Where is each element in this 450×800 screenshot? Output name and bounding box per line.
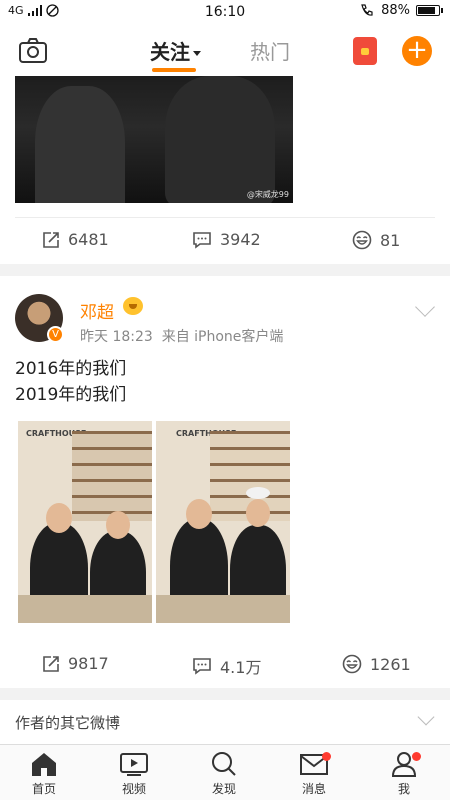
home-icon: [32, 753, 56, 776]
image-figure: [35, 86, 125, 203]
like-count: 81: [380, 230, 401, 250]
post-photo-2[interactable]: CRAFTHOUSE: [156, 421, 290, 623]
nav-video-label: 视频: [121, 782, 146, 796]
repost-button[interactable]: 6481: [42, 230, 109, 249]
photo-face: [186, 499, 212, 529]
comment-count: 4.1万: [220, 658, 262, 677]
post-source: 来自 iPhone客户端: [161, 329, 284, 345]
status-bar: 4G 16:10 88%: [0, 0, 450, 24]
caret-down-icon: [193, 51, 201, 56]
feed[interactable]: @宋威龙99 6481 3942 81 V 邓超 昨天 18:23 来自 iPh…: [0, 76, 450, 744]
nav-home[interactable]: 首页: [14, 751, 74, 797]
repost-count: 6481: [68, 230, 109, 249]
post-time: 昨天 18:23: [80, 329, 153, 345]
battery-icon: [416, 5, 443, 16]
chevron-down-icon: [417, 708, 435, 726]
red-packet-icon[interactable]: [353, 37, 377, 65]
other-posts-label: 作者的其它微博: [15, 714, 121, 732]
divider: [15, 217, 435, 218]
video-icon: [120, 753, 148, 776]
nav-home-label: 首页: [31, 782, 56, 796]
post-separator: [0, 264, 450, 276]
photo-table: [156, 595, 290, 623]
tab-follow[interactable]: 关注: [150, 36, 201, 65]
top-nav: 关注 热门 +: [0, 24, 450, 76]
like-button[interactable]: 81: [352, 230, 400, 250]
bottom-nav: 首页 视频 发现 消息 我: [0, 744, 450, 800]
post-text-line: 2016年的我们: [15, 359, 127, 379]
comment-button[interactable]: 3942: [192, 230, 261, 249]
username[interactable]: 邓超: [80, 298, 114, 323]
tab-follow-label: 关注: [150, 40, 190, 64]
like-button[interactable]: 1261: [342, 654, 411, 674]
comment-count: 3942: [220, 230, 261, 249]
photo-shelf: [72, 431, 152, 521]
post-menu-chevron-icon[interactable]: [415, 297, 435, 317]
nav-discover[interactable]: 发现: [194, 751, 254, 797]
repost-button[interactable]: 9817: [42, 654, 109, 673]
verified-badge-icon: V: [47, 326, 64, 343]
image-figure: [165, 76, 275, 203]
repost-count: 9817: [68, 654, 109, 673]
plus-icon[interactable]: +: [402, 36, 432, 66]
post-separator: [0, 688, 450, 700]
comment-button[interactable]: 4.1万: [192, 654, 261, 678]
post-text-line: 2019年的我们: [15, 385, 127, 405]
nav-video[interactable]: 视频: [104, 751, 164, 797]
repost-icon: [43, 231, 59, 248]
camera-icon[interactable]: [18, 36, 48, 64]
nav-me-label: 我: [397, 782, 410, 796]
photo-table: [18, 595, 152, 623]
like-count: 1261: [370, 654, 411, 674]
phone-hd-icon: [361, 3, 373, 16]
like-icon: [352, 230, 372, 250]
search-icon: [212, 752, 236, 776]
battery-percent: 88%: [381, 3, 410, 18]
like-icon: [342, 654, 362, 674]
post-photo-1[interactable]: CRAFTHOUSE: [18, 421, 152, 623]
photo-face: [106, 511, 130, 539]
photo-face: [246, 499, 270, 527]
photo-face: [46, 503, 72, 533]
nav-messages-label: 消息: [301, 782, 326, 796]
status-right: 88%: [359, 3, 443, 18]
messages-unread-dot: [322, 752, 331, 761]
tab-hot[interactable]: 热门: [250, 36, 290, 65]
tab-active-indicator: [152, 68, 196, 72]
nav-messages[interactable]: 消息: [284, 751, 344, 797]
me-unread-dot: [412, 752, 421, 761]
other-posts-row[interactable]: 作者的其它微博: [0, 700, 450, 744]
previous-post-image[interactable]: @宋威龙99: [15, 76, 293, 203]
nav-discover-label: 发现: [211, 782, 236, 796]
comment-icon: [193, 231, 211, 249]
post-meta: 昨天 18:23 来自 iPhone客户端: [80, 326, 283, 346]
post-text[interactable]: 2016年的我们 2019年的我们: [15, 356, 126, 408]
comment-icon: [193, 658, 211, 675]
image-watermark: @宋威龙99: [246, 190, 289, 199]
repost-icon: [43, 655, 59, 672]
photo-hat: [246, 487, 270, 499]
nav-me[interactable]: 我: [374, 751, 434, 797]
battery-fill: [418, 7, 435, 14]
vip-crown-icon[interactable]: [123, 297, 143, 315]
